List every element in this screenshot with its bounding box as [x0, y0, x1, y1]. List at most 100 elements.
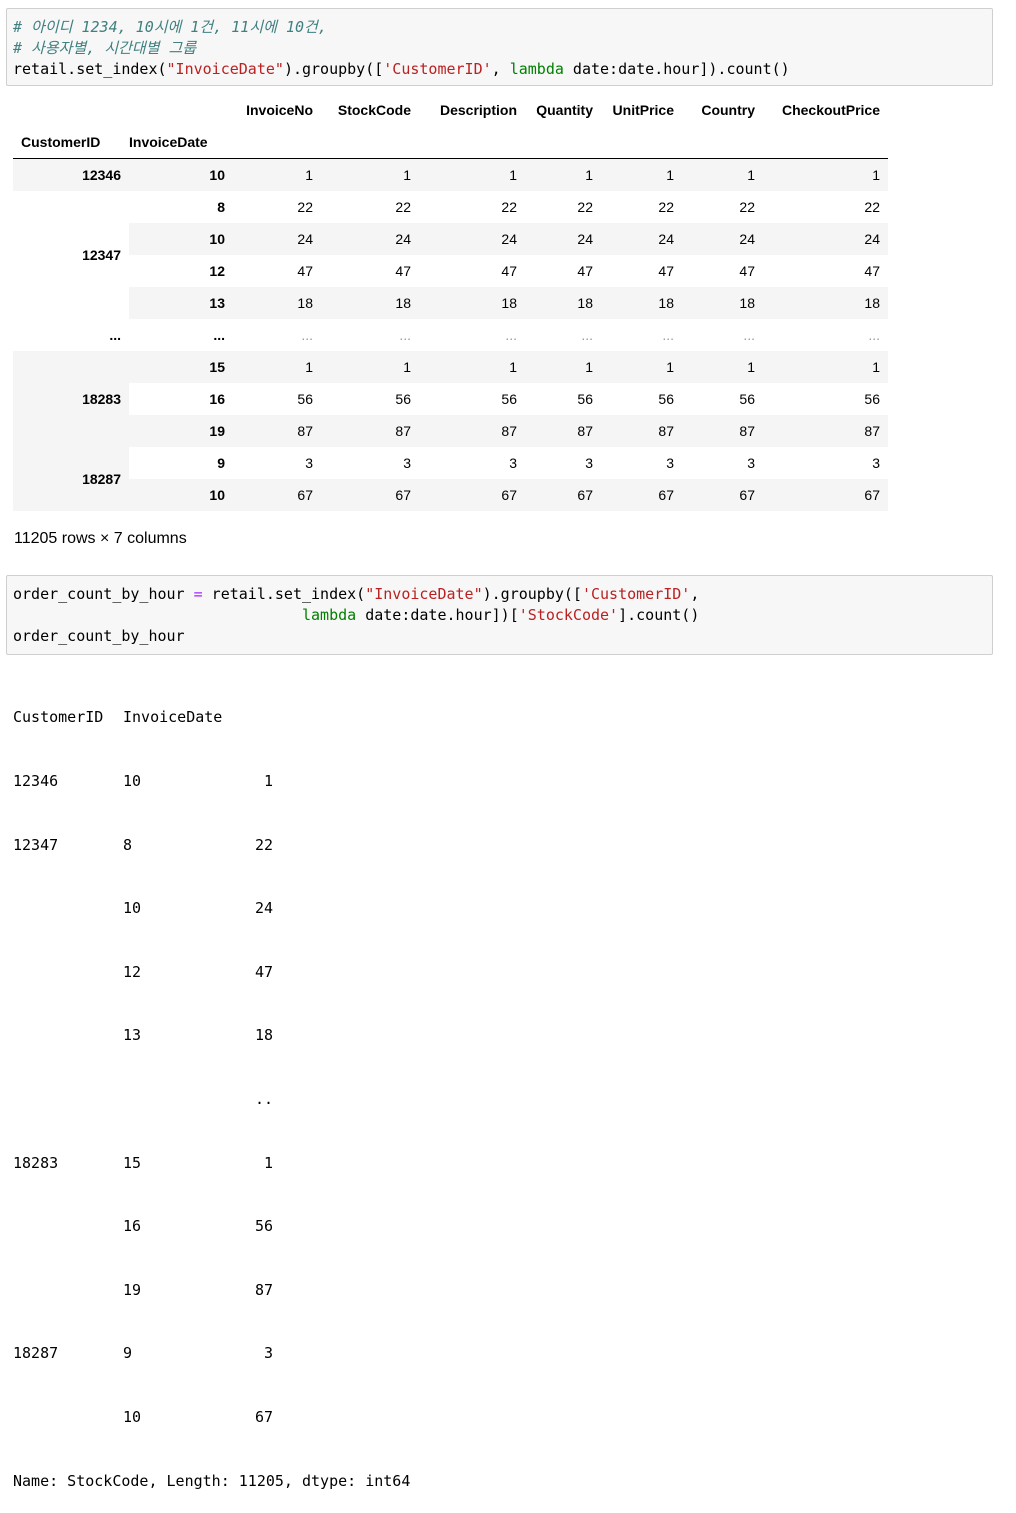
- cell: 22: [658, 199, 674, 215]
- cell: 3: [585, 455, 593, 471]
- ellipsis-cell: ...: [581, 327, 593, 343]
- dataframe-shape-note: 11205 rows × 7 columns: [14, 530, 187, 547]
- cell: 56: [297, 391, 313, 407]
- cell: 87: [321, 415, 419, 447]
- cell: 67: [321, 479, 419, 511]
- ellipsis-cell: ...: [662, 327, 674, 343]
- code-cell-1[interactable]: # 아이디 1234, 10시에 1건, 11시에 10건, # 사용자별, 시…: [6, 8, 993, 86]
- customer-index: 12347: [82, 247, 121, 263]
- series-value: 24: [254, 899, 273, 918]
- series-footer: Name: StockCode, Length: 11205, dtype: i…: [13, 1471, 411, 1490]
- column-header-row: InvoiceNo StockCode Description Quantity…: [13, 94, 888, 126]
- cell: 22: [297, 199, 313, 215]
- series-row: 13 18: [13, 1025, 410, 1046]
- cell: 18: [233, 287, 321, 319]
- ellipsis-index: ...: [213, 327, 225, 343]
- series-value: 56: [254, 1217, 273, 1236]
- dataframe-output: InvoiceNo StockCode Description Quantity…: [13, 94, 888, 511]
- cell: 56: [501, 391, 517, 407]
- series-value: 1: [263, 1153, 273, 1172]
- table-row: 10 24 24 24 24 24 24 24: [13, 223, 888, 255]
- dataframe-table: InvoiceNo StockCode Description Quantity…: [13, 94, 888, 511]
- table-row: 18283 15 1 1 1 1 1 1 1: [13, 351, 888, 447]
- series-value: 22: [254, 835, 273, 854]
- code-string: "InvoiceDate": [365, 585, 483, 603]
- cell: 1: [763, 351, 888, 383]
- series-hour: 10: [123, 772, 142, 790]
- cell: 67: [525, 479, 601, 511]
- cell: 22: [864, 199, 880, 215]
- cell: 87: [525, 415, 601, 447]
- series-hour: 15: [123, 1153, 142, 1172]
- cell: 1: [601, 351, 682, 383]
- cell: 47: [577, 263, 593, 279]
- cell: 67: [763, 479, 888, 511]
- code-text: ).groupby([: [283, 60, 384, 78]
- series-value: 87: [254, 1280, 273, 1299]
- ellipsis-cell: ...: [505, 327, 517, 343]
- cell: 24: [682, 223, 763, 255]
- series-row: 18287 9 3: [13, 1343, 410, 1364]
- hour-index: 15: [129, 351, 233, 383]
- code-text: ).groupby([: [482, 585, 582, 603]
- cell: 24: [419, 223, 525, 255]
- cell: 18: [763, 287, 888, 319]
- table-row: 18287 9 3 3 3 3 3 3 3: [13, 447, 888, 511]
- series-row: 16 56: [13, 1216, 410, 1237]
- cell: 1: [233, 158, 321, 191]
- hour-index: 10: [129, 479, 233, 511]
- cell: 3: [872, 455, 880, 471]
- code-cell-2[interactable]: order_count_by_hour = retail.set_index("…: [6, 575, 993, 655]
- series-customer: 18283: [13, 1153, 59, 1172]
- customer-index: 18287: [13, 447, 129, 511]
- cell: 67: [419, 479, 525, 511]
- cell: 47: [658, 263, 674, 279]
- cell: 1: [321, 351, 419, 383]
- cell: 47: [739, 263, 755, 279]
- cell: 1: [419, 158, 525, 191]
- cell: 3: [666, 455, 674, 471]
- series-hour: 10: [123, 1407, 142, 1426]
- code-string: "InvoiceDate": [166, 60, 284, 78]
- cell: 56: [864, 391, 880, 407]
- series-hour: 10: [123, 899, 142, 918]
- index-header-row: CustomerID InvoiceDate: [13, 126, 888, 159]
- cell: 22: [577, 199, 593, 215]
- series-value: 18: [254, 1026, 273, 1045]
- cell: 67: [233, 479, 321, 511]
- index-name: CustomerID: [21, 134, 101, 150]
- column-header: Description: [439, 102, 517, 118]
- series-customer: 12347: [13, 835, 59, 854]
- cell: 18: [682, 287, 763, 319]
- cell: 87: [763, 415, 888, 447]
- code-text: date:date.hour]).count(): [563, 60, 790, 78]
- series-ellipsis: ..: [254, 1089, 273, 1108]
- code-text: ,: [690, 585, 700, 603]
- hour-index: 8: [217, 199, 225, 215]
- series-row: 10 24: [13, 898, 410, 919]
- code-string: 'CustomerID': [581, 585, 691, 603]
- customer-index: 12346: [13, 158, 129, 191]
- hour-index: 10: [129, 223, 233, 255]
- series-value: 1: [263, 772, 273, 790]
- code-string: 'CustomerID': [383, 60, 492, 78]
- cell: 1: [682, 158, 763, 191]
- code-comment-1: # 아이디 1234, 10시에 1건, 11시에 10건,: [13, 18, 327, 36]
- table-row: 10 67 67 67 67 67 67 67: [13, 479, 888, 511]
- cell: 22: [501, 199, 517, 215]
- column-header: CheckoutPrice: [781, 102, 880, 118]
- cell: 47: [395, 263, 411, 279]
- table-row: 12346 10 1 1 1 1 1 1 1: [13, 158, 888, 191]
- code-text: retail.set_index(: [202, 585, 366, 603]
- ellipsis-row: ... ... ... ... ... ... ... ... ...: [13, 319, 888, 351]
- column-header: Country: [701, 102, 755, 118]
- ellipsis-cell: ...: [743, 327, 755, 343]
- code-string: 'StockCode': [518, 606, 619, 624]
- series-row: ..: [13, 1089, 410, 1110]
- cell: 56: [577, 391, 593, 407]
- series-row: 12347 8 22: [13, 835, 410, 856]
- cell: 24: [525, 223, 601, 255]
- series-hour: 8: [123, 835, 133, 854]
- cell: 1: [419, 351, 525, 383]
- cell: 87: [233, 415, 321, 447]
